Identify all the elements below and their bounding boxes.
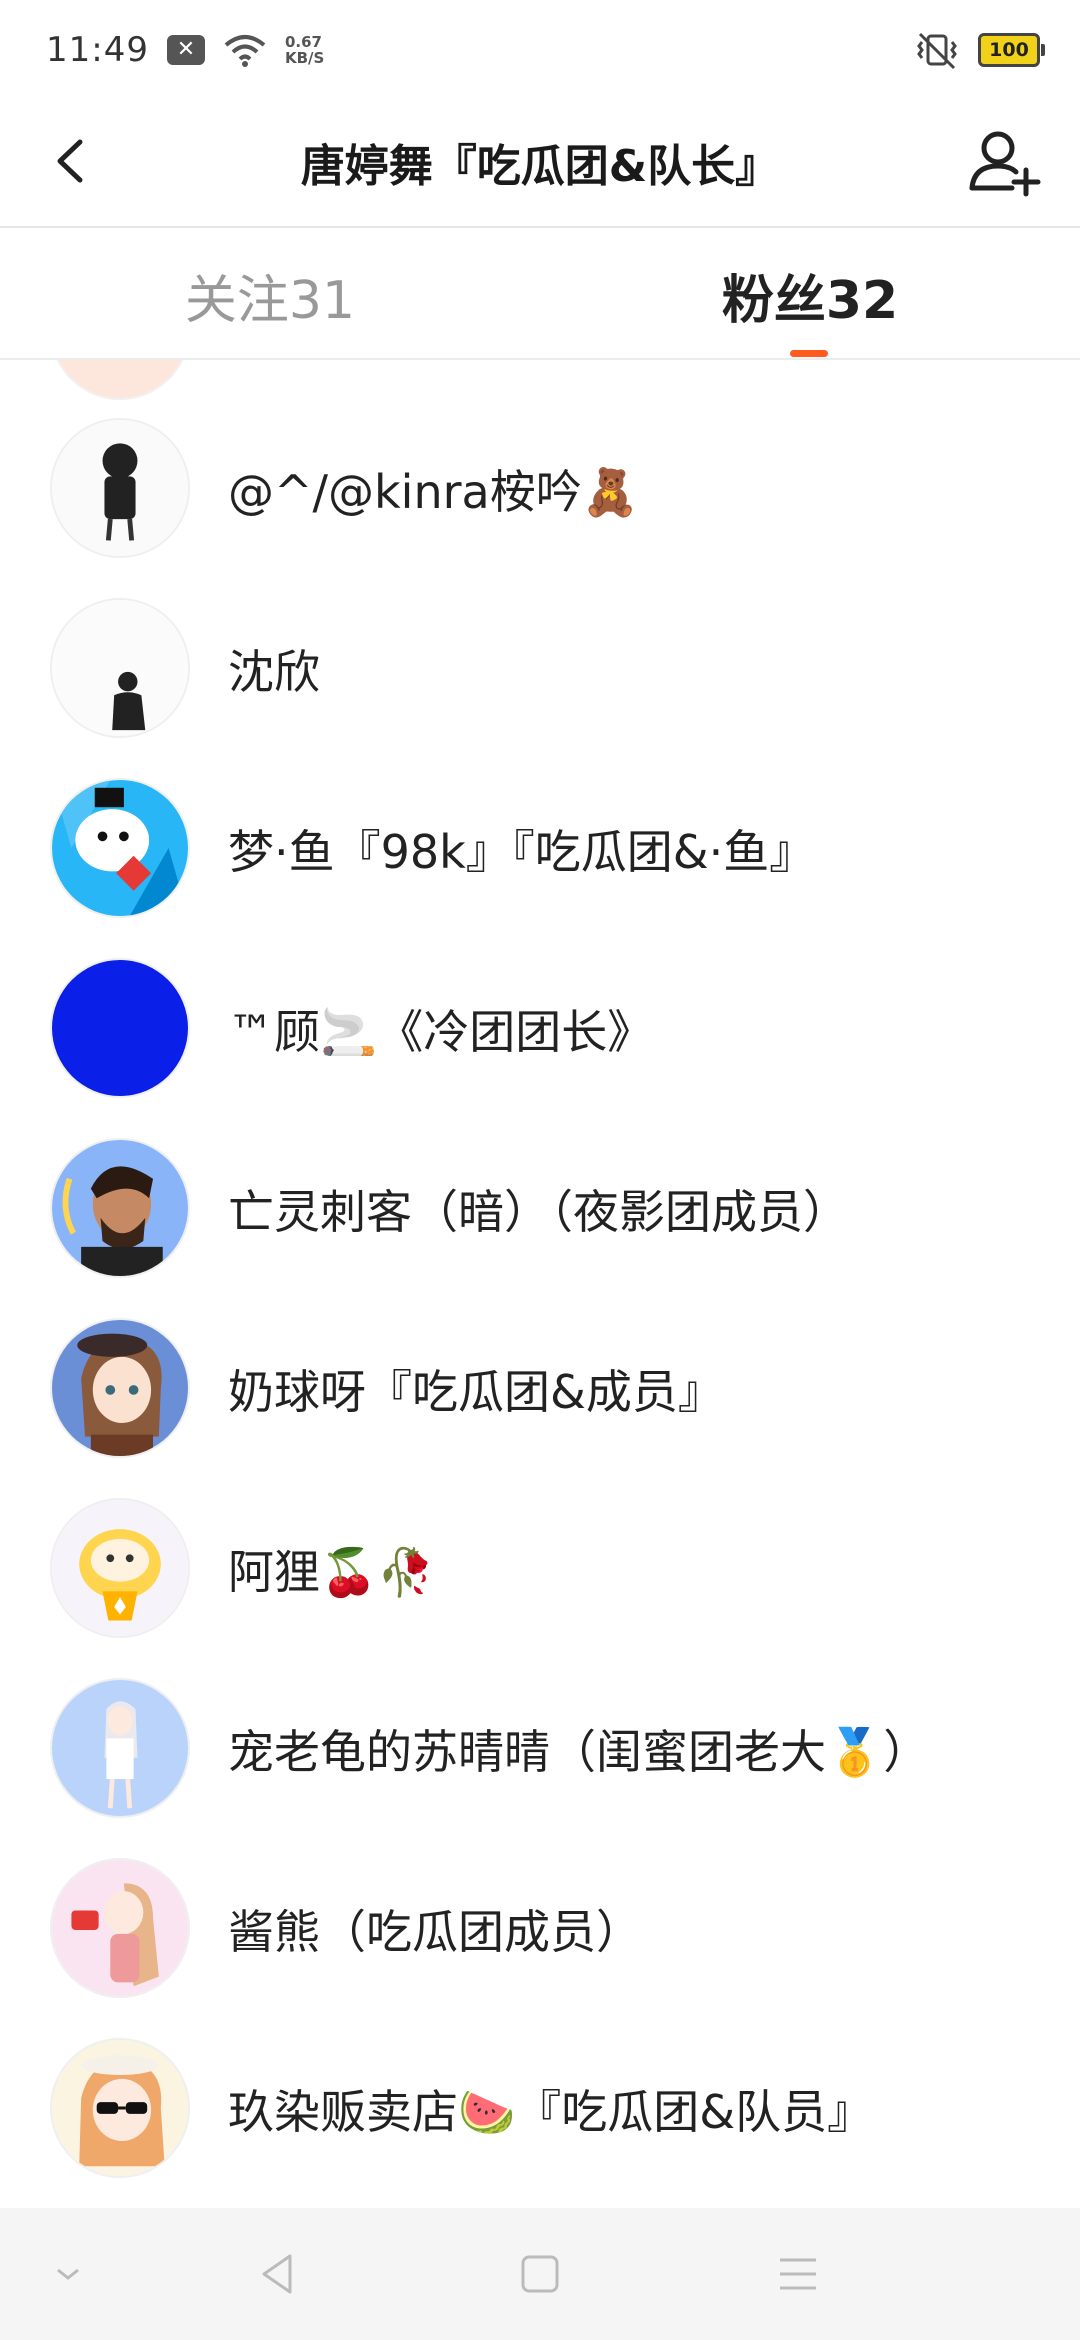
collapse-button[interactable] (38, 2244, 98, 2304)
active-tab-indicator (790, 350, 828, 357)
fan-name: @^/@kinra桉吟🧸 (228, 465, 639, 519)
list-item[interactable]: 奶球呀『吃瓜团&成员』 (0, 1298, 1080, 1478)
list-item[interactable]: 宠老龟的苏晴晴（闺蜜团老大🥇） (0, 1658, 1080, 1838)
avatar[interactable] (50, 1138, 190, 1278)
fan-name: 宠老龟的苏晴晴（闺蜜团老大🥇） (228, 1725, 930, 1779)
net-speed-unit: KB/S (284, 49, 325, 67)
nav-menu-button[interactable] (768, 2244, 828, 2304)
nav-back-button[interactable] (250, 2244, 310, 2304)
notification-x-icon: ✕ (166, 35, 205, 65)
net-speed-value: 0.67 (284, 33, 322, 51)
status-time: 11:49 (46, 30, 149, 70)
list-item[interactable]: 酱熊（吃瓜团成员） (0, 1838, 1080, 2018)
fan-name: 玖染贩卖店🍉『吃瓜团&队员』 (228, 2085, 874, 2139)
chevron-left-icon (57, 139, 83, 183)
list-item[interactable]: @^/@kinra桉吟🧸 (0, 398, 1080, 578)
followers-page: 11:49 ✕ 0.67 KB/S 100 唐婷舞『吃瓜团&队长』 关注31 粉… (0, 0, 1080, 2340)
back-button[interactable] (40, 126, 110, 196)
avatar[interactable] (50, 958, 190, 1098)
fan-name: 阿狸🍒🥀 (228, 1545, 435, 1599)
list-item[interactable]: ™顾🚬《冷团团长》 (0, 938, 1080, 1118)
avatar[interactable] (50, 1678, 190, 1818)
tab-bar: 关注31 粉丝32 (0, 228, 1080, 360)
collapse-icon (57, 2268, 79, 2280)
list-item[interactable]: 梦·鱼『98k』『吃瓜团&·鱼』 (0, 758, 1080, 938)
home-square-icon (521, 2255, 559, 2293)
tab-following[interactable]: 关注31 (120, 258, 420, 333)
avatar[interactable] (50, 598, 190, 738)
nav-home-button[interactable] (510, 2244, 570, 2304)
add-user-button[interactable] (964, 122, 1044, 202)
menu-lines-icon (780, 2258, 816, 2290)
system-nav-bar (0, 2208, 1080, 2340)
status-bar: 11:49 ✕ 0.67 KB/S 100 (0, 0, 1080, 100)
list-item[interactable]: 玖染贩卖店🍉『吃瓜团&队员』 (0, 2018, 1080, 2198)
fan-name: ™顾🚬《冷团团长》 (228, 1005, 654, 1059)
fan-name: 亡灵刺客（暗）（夜影团成员） (228, 1185, 849, 1239)
avatar[interactable] (50, 418, 190, 558)
avatar[interactable] (50, 1498, 190, 1638)
fan-name: 酱熊（吃瓜团成员） (228, 1905, 642, 1959)
fan-name: 梦·鱼『98k』『吃瓜团&·鱼』 (228, 825, 816, 879)
fan-name: 沈欣 (228, 645, 320, 699)
list-item[interactable]: 沈欣 (0, 578, 1080, 758)
list-item[interactable]: 阿狸🍒🥀 (0, 1478, 1080, 1658)
net-speed: 0.67 KB/S (285, 34, 324, 66)
list-item[interactable]: 亡灵刺客（暗）（夜影团成员） (0, 1118, 1080, 1298)
avatar[interactable] (50, 778, 190, 918)
avatar[interactable] (50, 2038, 190, 2178)
page-title: 唐婷舞『吃瓜团&队长』 (300, 141, 780, 192)
avatar[interactable] (50, 1858, 190, 1998)
vibrate-mute-icon (917, 32, 957, 70)
wifi-icon (224, 35, 266, 67)
fans-list[interactable]: @^/@kinra桉吟🧸 沈欣 梦·鱼『98k』『吃瓜团&·鱼』 ™顾🚬《冷团团… (0, 360, 1080, 2208)
fan-name: 奶球呀『吃瓜团&成员』 (228, 1365, 724, 1419)
back-triangle-icon (262, 2254, 292, 2294)
avatar-partial[interactable] (50, 360, 190, 400)
tab-fans[interactable]: 粉丝32 (660, 258, 960, 333)
avatar[interactable] (50, 1318, 190, 1458)
add-user-icon (969, 131, 1041, 197)
app-header: 唐婷舞『吃瓜团&队长』 (0, 100, 1080, 228)
battery-indicator: 100 (978, 33, 1045, 67)
